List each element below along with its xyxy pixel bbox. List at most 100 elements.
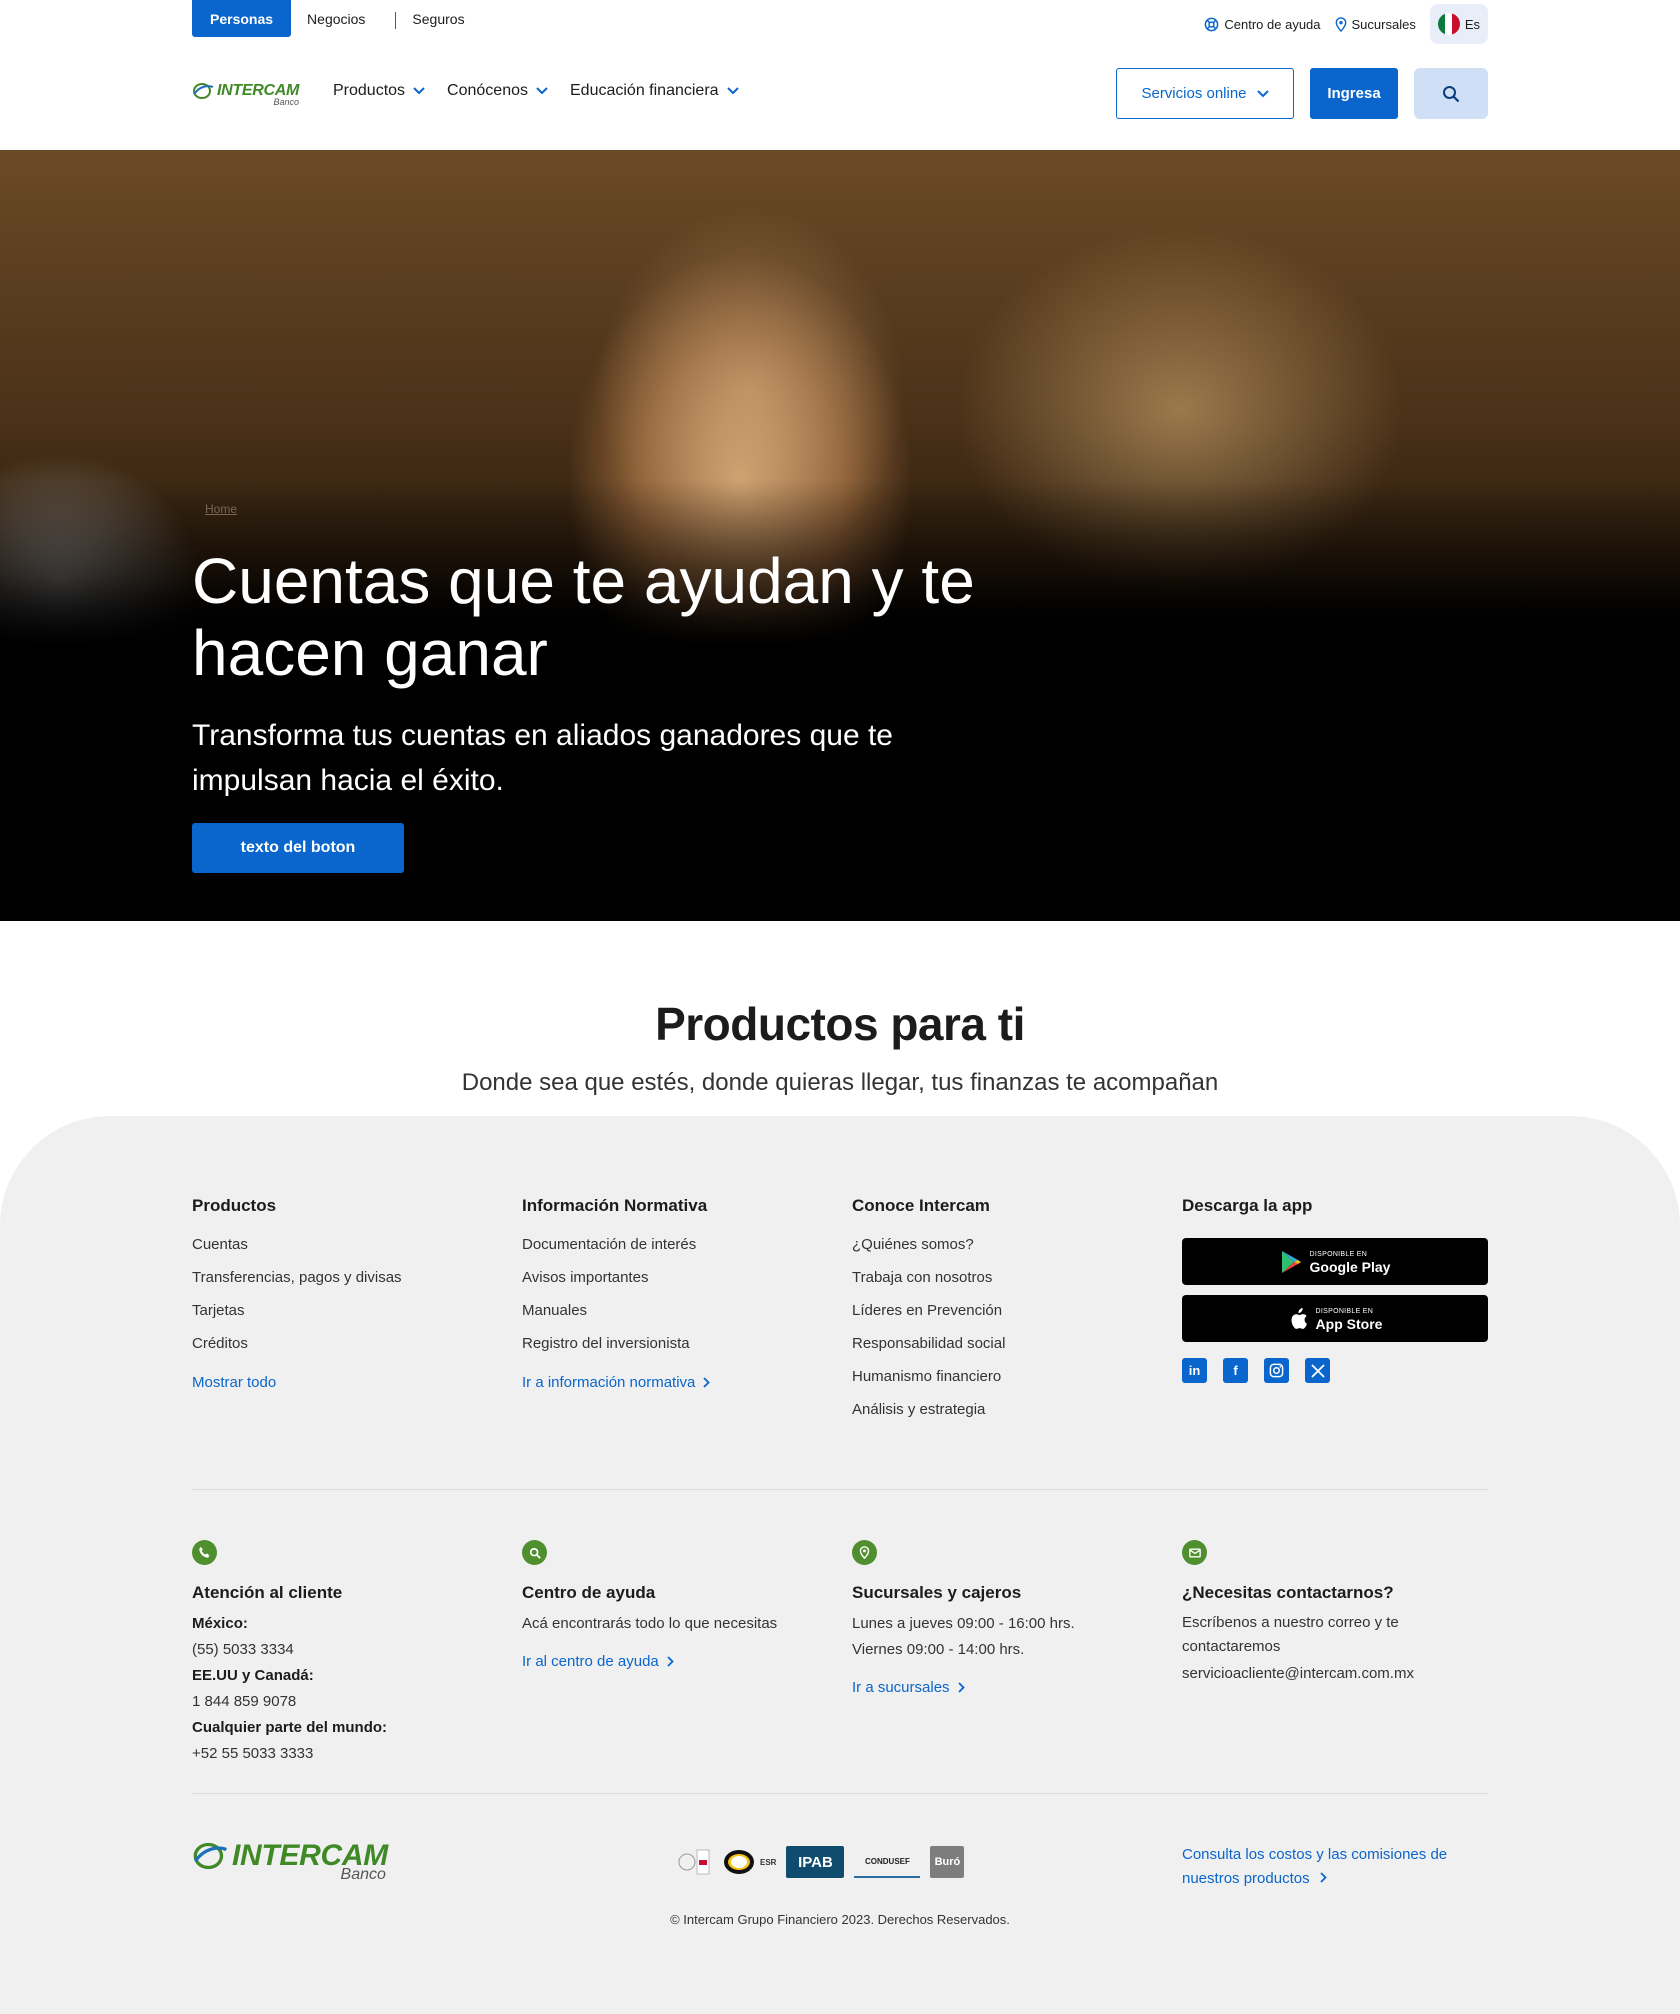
nav-productos[interactable]: Productos — [333, 82, 425, 100]
products-subtitle: Donde sea que estés, donde quieras llega… — [461, 1069, 1219, 1096]
condusef-label: CONDUSEF — [865, 1856, 910, 1866]
intercam-footer-logo[interactable]: INTERCAM Banco — [192, 1841, 388, 1883]
segment-tab-negocios[interactable]: Negocios — [291, 0, 381, 37]
contact-title: Centro de ayuda — [522, 1583, 656, 1602]
chevron-down-icon — [413, 87, 425, 95]
app-store-label: App Store — [1315, 1316, 1383, 1332]
hero-cta-button[interactable]: texto del boton — [192, 823, 404, 873]
hero-subtitle: Transforma tus cuentas en aliados ganado… — [192, 719, 893, 797]
chevron-right-icon — [957, 1682, 965, 1693]
online-services-button[interactable]: Servicios online — [1116, 68, 1294, 119]
branches-link[interactable]: Sucursales — [1335, 17, 1416, 32]
instagram-icon[interactable] — [1264, 1358, 1289, 1383]
chevron-right-icon — [1320, 1872, 1327, 1883]
chevron-down-icon — [536, 87, 548, 95]
contact-title: Atención al cliente — [192, 1583, 343, 1602]
login-button[interactable]: Ingresa — [1310, 68, 1398, 119]
nav-productos-label: Productos — [333, 82, 406, 99]
ipab-label: IPAB — [798, 1853, 833, 1871]
language-selector[interactable]: Es — [1429, 4, 1488, 44]
online-services-label: Servicios online — [1141, 85, 1247, 102]
nav-actions: Servicios online Ingresa — [1116, 68, 1488, 119]
buro-badge: Buró — [930, 1846, 965, 1878]
footer-link[interactable]: ¿Quiénes somos? — [852, 1228, 1162, 1261]
apple-icon — [1291, 1307, 1307, 1329]
nav-conocenos-label: Conócenos — [447, 82, 528, 99]
location-pin-icon — [1335, 16, 1346, 32]
normativa-link[interactable]: Ir a información normativa — [522, 1374, 711, 1391]
phone-mexico[interactable]: (55) 5033 3334 — [192, 1637, 502, 1663]
ipab-badge: IPAB — [786, 1846, 845, 1878]
chevron-right-icon — [667, 1656, 674, 1667]
show-all-link[interactable]: Mostrar todo — [192, 1374, 276, 1391]
app-store-button[interactable]: DISPONIBLE EN App Store — [1182, 1295, 1488, 1342]
contact-label-mexico: México: — [192, 1615, 248, 1632]
social-links: in f — [1182, 1358, 1492, 1383]
footer-link[interactable]: Análisis y estrategia — [852, 1393, 1162, 1426]
footer-link[interactable]: Humanismo financiero — [852, 1360, 1162, 1393]
footer-link[interactable]: Documentación de interés — [522, 1228, 832, 1261]
location-pin-icon — [852, 1540, 877, 1565]
linkedin-icon[interactable]: in — [1182, 1358, 1207, 1383]
breadcrumb-home[interactable]: Home — [205, 502, 237, 516]
footer-link[interactable]: Cuentas — [192, 1228, 502, 1261]
segment-tab-personas[interactable]: Personas — [192, 0, 292, 37]
main-nav: INTERCAM Banco Productos Conócenos Educa… — [0, 64, 1680, 124]
footer-col-normativa: Información Normativa Documentación de i… — [522, 1196, 832, 1392]
help-description: Acá encontrarás todo lo que necesitas — [522, 1615, 778, 1632]
footer-col-app: Descarga la app DISPONIBLE EN Google Pla… — [1182, 1196, 1492, 1383]
search-button[interactable] — [1414, 68, 1488, 119]
intercam-logo[interactable]: INTERCAM Banco — [192, 82, 300, 107]
footer-link[interactable]: Registro del inversionista — [522, 1327, 832, 1360]
products-section: Productos para ti Donde sea que estés, d… — [0, 997, 1680, 1097]
normativa-label: Ir a información normativa — [522, 1374, 696, 1391]
footer-link[interactable]: Manuales — [522, 1294, 832, 1327]
contact-title: ¿Necesitas contactarnos? — [1182, 1583, 1394, 1602]
copyright: © Intercam Grupo Financiero 2023. Derech… — [670, 1912, 1010, 1927]
contact-title: Sucursales y cajeros — [852, 1583, 1022, 1602]
contact-help-center: Centro de ayuda Acá encontrarás todo lo … — [522, 1540, 832, 1671]
footer-link[interactable]: Créditos — [192, 1327, 502, 1360]
help-center-footer-link[interactable]: Ir al centro de ayuda — [522, 1653, 674, 1670]
footer-divider — [192, 1793, 1488, 1794]
costs-commissions-label: Consulta los costos y las comisiones de … — [1182, 1846, 1448, 1887]
footer-col-productos: Productos Cuentas Transferencias, pagos … — [192, 1196, 502, 1392]
nav-conocenos[interactable]: Conócenos — [447, 82, 548, 100]
costs-commissions-link[interactable]: Consulta los costos y las comisiones de … — [1182, 1843, 1488, 1891]
contact-customer-service: Atención al cliente México: (55) 5033 33… — [192, 1540, 502, 1767]
primary-nav: Productos Conócenos Educación financiera — [333, 82, 739, 100]
lifebuoy-icon — [1205, 17, 1219, 31]
phone-world[interactable]: +52 55 5033 3333 — [192, 1741, 502, 1767]
top-companies-badge — [676, 1846, 712, 1878]
chevron-down-icon — [1256, 89, 1269, 97]
footer-link[interactable]: Trabaja con nosotros — [852, 1261, 1162, 1294]
mexico-flag-icon — [1437, 13, 1460, 35]
footer-divider — [192, 1489, 1488, 1490]
branches-footer-link[interactable]: Ir a sucursales — [852, 1679, 965, 1696]
search-icon — [522, 1540, 547, 1565]
footer-link[interactable]: Tarjetas — [192, 1294, 502, 1327]
segment-tabs: Personas Negocios Seguros — [192, 0, 481, 37]
contact-branches: Sucursales y cajeros Lunes a jueves 09:0… — [852, 1540, 1162, 1697]
logo-subtitle: Banco — [273, 97, 300, 107]
help-center-label: Centro de ayuda — [1224, 16, 1321, 32]
esr-label: ESR — [760, 1857, 777, 1867]
language-label: Es — [1464, 16, 1480, 32]
facebook-icon[interactable]: f — [1223, 1358, 1248, 1383]
phone-usa[interactable]: 1 844 859 9078 — [192, 1689, 502, 1715]
certification-badges: ESR IPAB CONDUSEF Buró — [676, 1846, 965, 1878]
footer-link[interactable]: Transferencias, pagos y divisas — [192, 1261, 502, 1294]
footer-link[interactable]: Avisos importantes — [522, 1261, 832, 1294]
google-play-icon — [1281, 1250, 1301, 1273]
google-play-button[interactable]: DISPONIBLE EN Google Play — [1182, 1238, 1488, 1285]
footer-link[interactable]: Responsabilidad social — [852, 1327, 1162, 1360]
nav-educacion-financiera[interactable]: Educación financiera — [570, 82, 739, 100]
phone-icon — [192, 1540, 217, 1565]
email-address-link[interactable]: servicioacliente@intercam.com.mx — [1182, 1661, 1492, 1687]
x-twitter-icon[interactable] — [1305, 1358, 1330, 1383]
google-play-label: Google Play — [1309, 1259, 1391, 1275]
help-center-link[interactable]: Centro de ayuda — [1204, 16, 1321, 32]
footer-link[interactable]: Líderes en Prevención — [852, 1294, 1162, 1327]
segment-tab-seguros[interactable]: Seguros — [396, 0, 480, 37]
footer-col-title: Productos — [192, 1196, 277, 1215]
